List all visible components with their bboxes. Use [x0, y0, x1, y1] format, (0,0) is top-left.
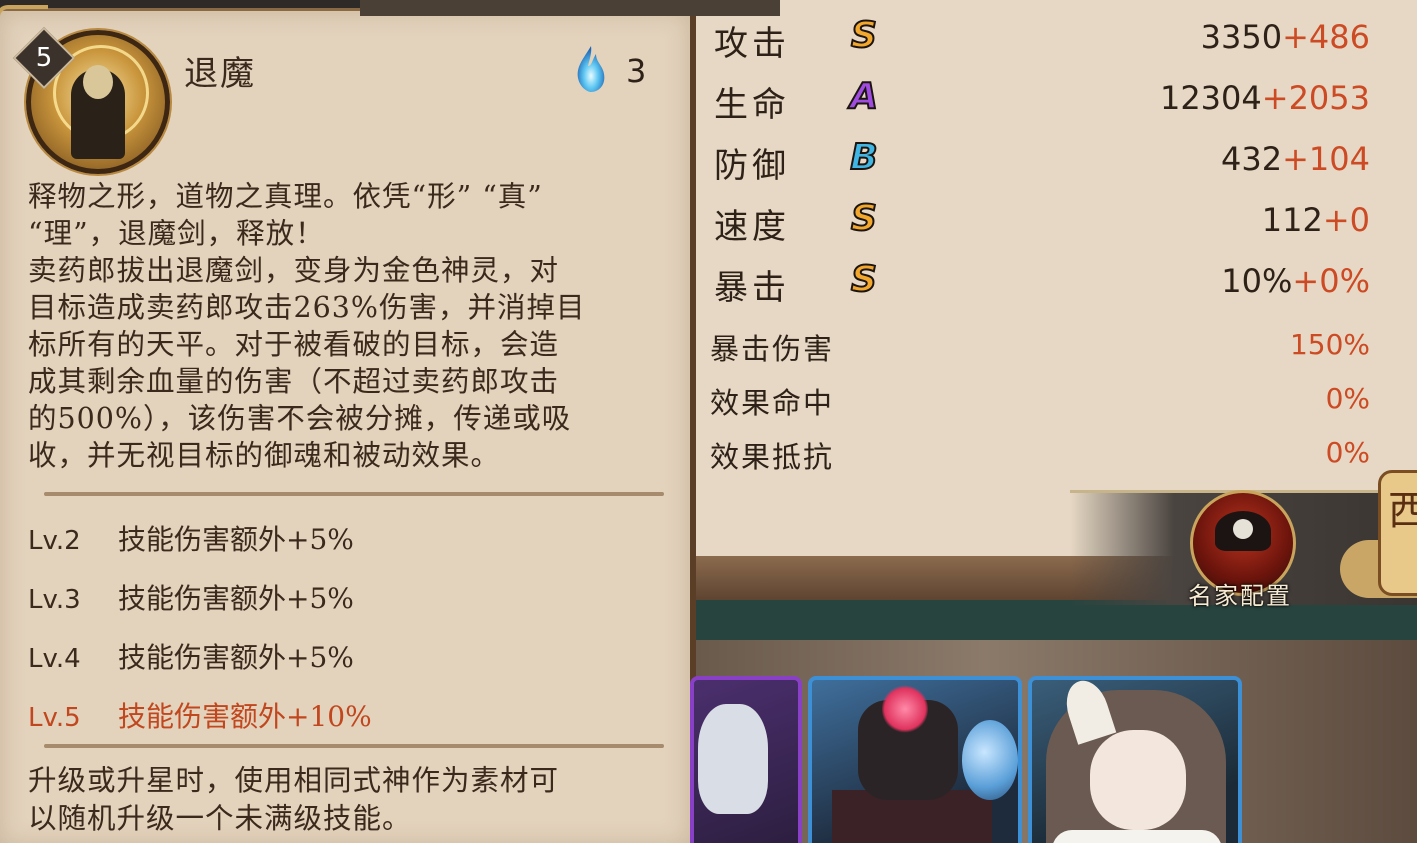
stat-row-hp: 生命 A 12304+2053: [714, 75, 1374, 127]
card-portrait-collar: [1052, 830, 1222, 843]
upgrade-effect: 技能伤害额外+5%: [118, 641, 354, 674]
upgrade-level: Lv.3: [28, 585, 81, 615]
shikigami-detail-screen: 5 退魔 3 释物之形，道物之真理。依凭“形” “真” “理”，退魔剑，释放！ …: [0, 0, 1417, 843]
stat-row-speed: 速度 S 112+0: [714, 197, 1374, 249]
upgrade-note: 升级或升星时，使用相同式神作为素材可 以随机升级一个未满级技能。: [28, 764, 560, 835]
stat-label: 效果抵抗: [710, 440, 835, 474]
master-config-button[interactable]: 名家配置: [1180, 486, 1300, 610]
upgrade-row-lv4: Lv.4 技能伤害额外+5%: [28, 636, 354, 676]
stat-value: 3350+486: [1201, 18, 1370, 56]
upgrade-row-lv5: Lv.5 技能伤害额外+10%: [28, 695, 372, 735]
side-tab-glyph: 西: [1388, 488, 1417, 534]
stat-grade-badge: S: [850, 197, 878, 240]
stat-row-effect-resist: 效果抵抗 0%: [710, 434, 1370, 474]
upgrade-row-lv2: Lv.2 技能伤害额外+5%: [28, 518, 354, 558]
stat-label: 生命: [714, 85, 790, 125]
stat-label: 效果命中: [710, 386, 835, 420]
stat-base: 432: [1221, 140, 1283, 178]
stat-row-crit-damage: 暴击伤害 150%: [710, 326, 1370, 366]
stat-label: 暴击: [714, 268, 790, 308]
skill-name: 退魔: [184, 54, 256, 94]
stat-value: 0%: [1325, 382, 1370, 415]
stat-base: 12304: [1159, 79, 1262, 117]
stat-bonus: +2053: [1261, 79, 1370, 117]
divider: [44, 744, 664, 748]
skill-cost: 3: [626, 52, 647, 90]
stat-value: 10%+0%: [1221, 262, 1370, 300]
stat-label: 暴击伤害: [710, 332, 835, 366]
stat-label: 速度: [714, 207, 790, 247]
panel-corner-ornament: [0, 5, 48, 31]
helmet-crest: [1233, 519, 1253, 539]
stat-bonus: +0%: [1292, 262, 1370, 300]
stat-grade-badge: B: [849, 136, 878, 179]
stat-value: 112+0: [1262, 201, 1370, 239]
upgrade-level: Lv.5: [28, 703, 81, 733]
soul-flame-icon: [577, 46, 605, 92]
card-portrait-orb: [962, 720, 1018, 800]
upgrade-effect: 技能伤害额外+10%: [118, 700, 372, 733]
upgrade-level: Lv.2: [28, 526, 81, 556]
stat-value: 432+104: [1221, 140, 1370, 178]
upgrade-level: Lv.4: [28, 644, 81, 674]
card-portrait-flame: [882, 684, 928, 734]
upgrade-effect: 技能伤害额外+5%: [118, 523, 354, 556]
shikigami-card[interactable]: [690, 676, 802, 843]
master-config-label: 名家配置: [1188, 582, 1292, 610]
stat-bonus: +104: [1282, 140, 1370, 178]
stat-grade-badge: S: [850, 14, 878, 57]
stat-row-attack: 攻击 S 3350+486: [714, 14, 1374, 66]
stat-base: 3350: [1200, 18, 1283, 56]
stat-base: 10%: [1221, 262, 1293, 300]
stat-value: 0%: [1325, 436, 1370, 469]
shikigami-card[interactable]: [1028, 676, 1242, 843]
card-portrait: [698, 704, 768, 814]
divider: [44, 492, 664, 496]
stat-row-crit: 暴击 S 10%+0%: [714, 258, 1374, 310]
stat-value: 150%: [1289, 328, 1370, 361]
stat-grade-badge: A: [849, 75, 879, 118]
skill-level-text: 5: [35, 43, 53, 73]
teal-band: [696, 600, 1417, 640]
stat-label: 防御: [714, 146, 790, 186]
stat-bonus: +486: [1282, 18, 1370, 56]
stat-row-effect-hit: 效果命中 0%: [710, 380, 1370, 420]
stat-row-defense: 防御 B 432+104: [714, 136, 1374, 188]
stat-value: 12304+2053: [1160, 79, 1370, 117]
skill-icon-figure-head: [83, 65, 113, 99]
upgrade-row-lv3: Lv.3 技能伤害额外+5%: [28, 577, 354, 617]
stat-grade-badge: S: [850, 258, 878, 301]
stats-title-strip: [360, 0, 780, 16]
shikigami-card[interactable]: [808, 676, 1022, 843]
stat-label: 攻击: [714, 24, 790, 64]
skill-description: 释物之形，道物之真理。依凭“形” “真” “理”，退魔剑，释放！ 卖药郎拔出退魔…: [28, 180, 586, 472]
card-portrait: [1090, 730, 1186, 830]
stat-bonus: +0: [1322, 201, 1370, 239]
upgrade-effect: 技能伤害额外+5%: [118, 582, 354, 615]
stat-base: 112: [1261, 201, 1323, 239]
